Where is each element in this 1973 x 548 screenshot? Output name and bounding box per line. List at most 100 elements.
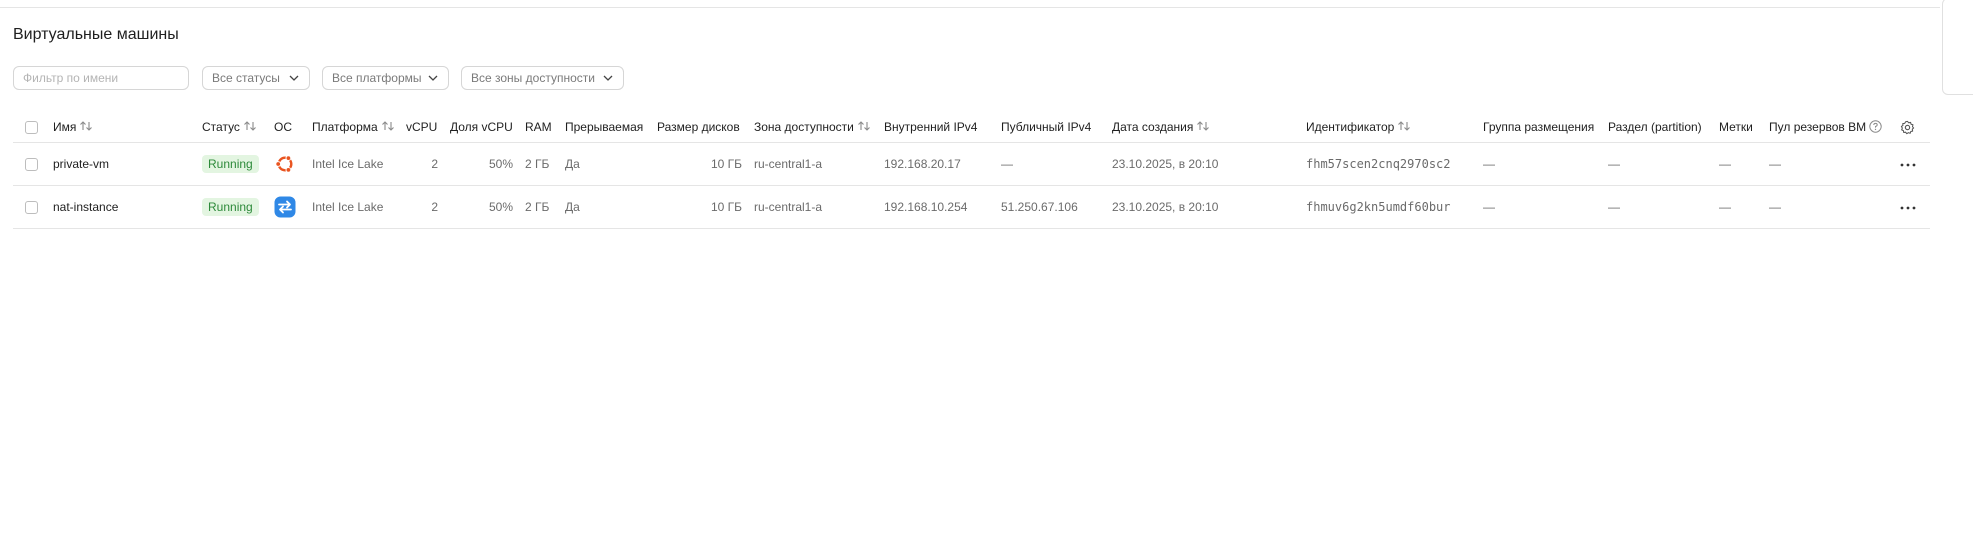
column-header-internal-ipv4: Внутренний IPv4 xyxy=(884,112,1001,143)
reserve-pool-cell: — xyxy=(1769,185,1900,229)
column-label: Дата создания xyxy=(1112,120,1194,134)
sort-icon xyxy=(244,121,256,131)
top-divider xyxy=(0,0,1940,8)
preemptible-cell: Да xyxy=(565,142,657,186)
more-icon xyxy=(1900,206,1916,210)
vm-table: Имя Статус ОС Платформа vCPU Доля vCPU R… xyxy=(13,112,1930,229)
table-header-row: Имя Статус ОС Платформа vCPU Доля vCPU R… xyxy=(13,112,1930,143)
column-header-vcpu: vCPU xyxy=(406,112,450,143)
column-header-ram: RAM xyxy=(525,112,565,143)
column-label: Прерываемая xyxy=(565,120,644,134)
platform-cell: Intel Ice Lake xyxy=(312,142,406,186)
column-label: Зона доступности xyxy=(754,120,854,134)
column-label: Публичный IPv4 xyxy=(1001,120,1092,134)
column-header-labels: Метки xyxy=(1719,112,1769,143)
column-header-placement-group: Группа размещения xyxy=(1483,112,1608,143)
placement-group-cell: — xyxy=(1483,185,1608,229)
gear-icon xyxy=(1900,120,1915,134)
column-label: Внутренний IPv4 xyxy=(884,120,978,134)
column-header-created[interactable]: Дата создания xyxy=(1112,112,1306,143)
name-filter-input[interactable] xyxy=(13,66,189,90)
created-cell: 23.10.2025, в 20:10 xyxy=(1112,185,1306,229)
row-checkbox[interactable] xyxy=(25,158,38,172)
internal-ipv4-cell: 192.168.10.254 xyxy=(884,185,1001,229)
column-label: RAM xyxy=(525,120,552,134)
platform-filter-select[interactable]: Все платформы xyxy=(322,66,449,90)
side-panel-edge xyxy=(1942,0,1973,95)
vm-name[interactable]: private-vm xyxy=(53,142,202,186)
column-header-status[interactable]: Статус xyxy=(202,112,274,143)
column-label: Доля vCPU xyxy=(450,120,513,134)
select-all-checkbox[interactable] xyxy=(25,121,38,135)
column-header-id[interactable]: Идентификатор xyxy=(1306,112,1483,143)
column-header-name[interactable]: Имя xyxy=(53,112,202,143)
vcpu-cell: 2 xyxy=(406,142,450,186)
column-label: Статус xyxy=(202,120,240,134)
platform-cell: Intel Ice Lake xyxy=(312,185,406,229)
column-header-os: ОС xyxy=(274,112,312,143)
disk-size-cell: 10 ГБ xyxy=(657,185,754,229)
zone-filter-select[interactable]: Все зоны доступности xyxy=(461,66,624,90)
vcpu-cell: 2 xyxy=(406,185,450,229)
created-cell: 23.10.2025, в 20:10 xyxy=(1112,142,1306,186)
column-label: Метки xyxy=(1719,120,1753,134)
status-filter-select[interactable]: Все статусы xyxy=(202,66,310,90)
row-actions-button[interactable] xyxy=(1900,185,1930,229)
status-badge: Running xyxy=(202,198,259,216)
nat-instance-icon xyxy=(274,196,296,218)
column-label: ОС xyxy=(274,120,292,134)
table-row[interactable]: nat-instance Running Intel Ice Lake 2 50… xyxy=(13,185,1930,229)
public-ipv4-cell: 51.250.67.106 xyxy=(1001,185,1112,229)
column-label: Группа размещения xyxy=(1483,120,1595,134)
column-header-reserve-pool: Пул резервов ВМ xyxy=(1769,112,1900,143)
column-header-public-ipv4: Публичный IPv4 xyxy=(1001,112,1112,143)
vcpu-share-cell: 50% xyxy=(450,142,525,186)
page-title: Виртуальные машины xyxy=(13,26,179,43)
platform-filter-value: Все платформы xyxy=(332,71,422,85)
column-header-vcpu-share: Доля vCPU xyxy=(450,112,525,143)
sort-icon xyxy=(1398,121,1411,131)
public-ipv4-cell: — xyxy=(1001,142,1112,186)
sort-icon xyxy=(857,121,870,131)
help-icon[interactable] xyxy=(1869,120,1882,133)
ram-cell: 2 ГБ xyxy=(525,185,565,229)
zone-cell: ru-central1-a xyxy=(754,142,884,186)
zone-cell: ru-central1-a xyxy=(754,185,884,229)
column-label: Размер дисков xyxy=(657,120,740,134)
id-cell: fhm57scen2cnq2970sc2 xyxy=(1306,142,1483,186)
column-label: Раздел (partition) xyxy=(1608,120,1702,134)
table-settings-button[interactable] xyxy=(1900,112,1930,143)
ubuntu-icon xyxy=(275,155,293,173)
partition-cell: — xyxy=(1608,142,1719,186)
chevron-down-icon xyxy=(603,75,613,81)
vm-name[interactable]: nat-instance xyxy=(53,185,202,229)
column-label: Платформа xyxy=(312,120,378,134)
column-label: Идентификатор xyxy=(1306,120,1395,134)
internal-ipv4-cell: 192.168.20.17 xyxy=(884,142,1001,186)
column-label: Пул резервов ВМ xyxy=(1769,120,1867,134)
disk-size-cell: 10 ГБ xyxy=(657,142,754,186)
row-checkbox[interactable] xyxy=(25,201,38,215)
chevron-down-icon xyxy=(289,75,299,81)
zone-filter-value: Все зоны доступности xyxy=(471,71,595,85)
ram-cell: 2 ГБ xyxy=(525,142,565,186)
column-header-partition: Раздел (partition) xyxy=(1608,112,1719,143)
column-label: Имя xyxy=(53,120,77,134)
row-actions-button[interactable] xyxy=(1900,142,1930,186)
sort-icon xyxy=(1197,121,1210,131)
column-label: vCPU xyxy=(406,120,438,134)
status-badge: Running xyxy=(202,155,259,173)
sort-icon xyxy=(381,121,394,131)
chevron-down-icon xyxy=(428,75,438,81)
column-header-zone[interactable]: Зона доступности xyxy=(754,112,884,143)
column-header-disk-size: Размер дисков xyxy=(657,112,754,143)
status-filter-value: Все статусы xyxy=(212,71,280,85)
preemptible-cell: Да xyxy=(565,185,657,229)
table-row[interactable]: private-vm Running Intel Ice Lake 2 50% … xyxy=(13,142,1930,186)
column-header-preemptible: Прерываемая xyxy=(565,112,657,143)
labels-cell: — xyxy=(1719,185,1769,229)
sort-icon xyxy=(80,121,93,131)
vcpu-share-cell: 50% xyxy=(450,185,525,229)
placement-group-cell: — xyxy=(1483,142,1608,186)
column-header-platform[interactable]: Платформа xyxy=(312,112,406,143)
